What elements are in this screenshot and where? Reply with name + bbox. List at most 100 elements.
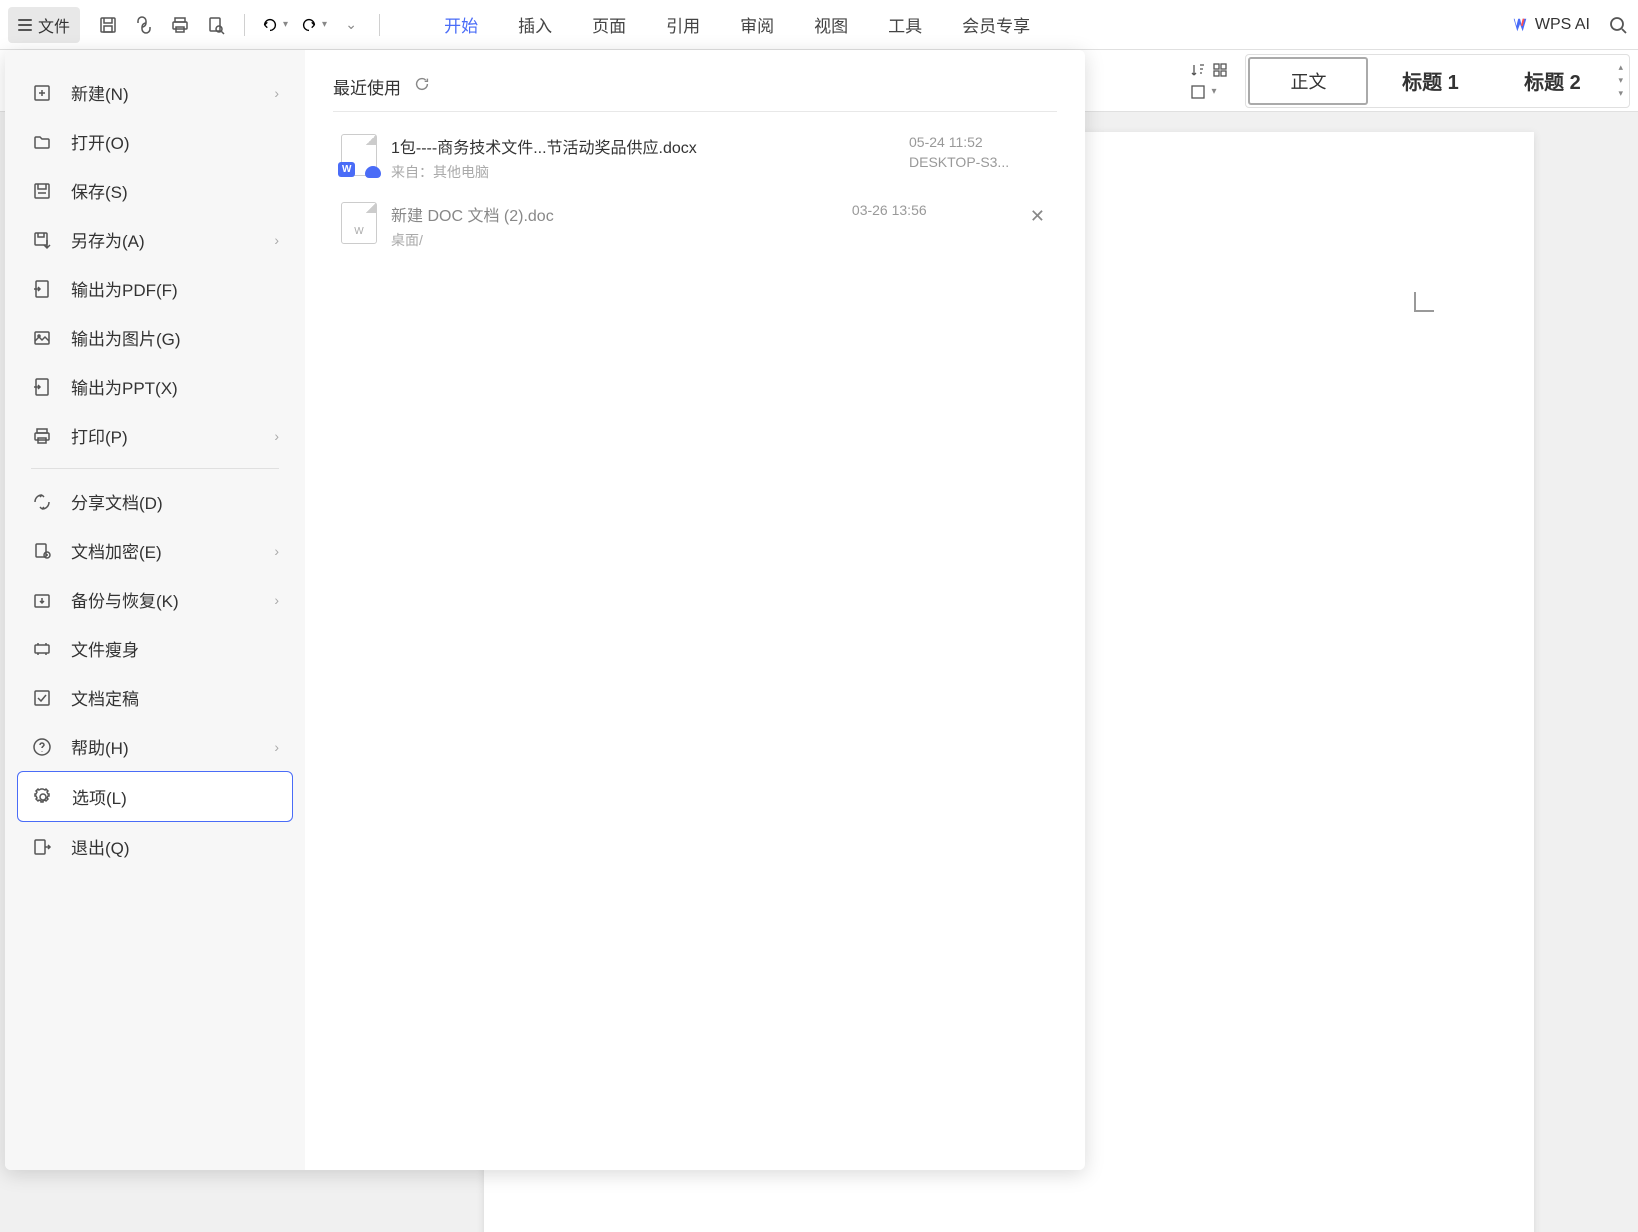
- recent-item-name: 新建 DOC 文档 (2).doc: [391, 202, 838, 226]
- recent-header: 最近使用: [333, 74, 1057, 112]
- menu-item-backup[interactable]: 备份与恢复(K) ›: [17, 575, 293, 624]
- file-menu-sidebar: 新建(N) › 打开(O) 保存(S) 另存为(A) › 输出为PDF(F) 输…: [5, 50, 305, 1170]
- tab-member[interactable]: 会员专享: [942, 0, 1050, 49]
- menu-item-encrypt[interactable]: 文档加密(E) ›: [17, 526, 293, 575]
- cursor-position-mark: [1414, 292, 1434, 312]
- select-all-icon[interactable]: [1211, 61, 1229, 79]
- menu-item-open[interactable]: 打开(O): [17, 117, 293, 166]
- checkmark-icon: [31, 687, 53, 709]
- menu-item-label: 另存为(A): [71, 227, 145, 252]
- sort-icon[interactable]: [1189, 61, 1207, 79]
- menu-item-label: 输出为图片(G): [71, 325, 181, 350]
- border-icon[interactable]: [1189, 83, 1207, 101]
- tab-review[interactable]: 审阅: [720, 0, 794, 49]
- menu-item-print[interactable]: 打印(P) ›: [17, 411, 293, 460]
- menu-item-label: 文档定稿: [71, 685, 139, 710]
- recent-item[interactable]: 1包----商务技术文件...节活动奖品供应.docx 来自：其他电脑 05-2…: [333, 124, 1057, 192]
- menu-item-saveas[interactable]: 另存为(A) ›: [17, 215, 293, 264]
- share-icon: [31, 491, 53, 513]
- chevron-down-icon: ▾: [1618, 88, 1623, 99]
- toolbar-divider: [379, 14, 380, 36]
- style-heading1[interactable]: 标题 1: [1370, 57, 1490, 105]
- file-menu-panel: 新建(N) › 打开(O) 保存(S) 另存为(A) › 输出为PDF(F) 输…: [5, 50, 1085, 1170]
- top-toolbar: 文件 ▾ ▾ ⌄ 开始 插入 页面 引用 审: [0, 0, 1638, 50]
- tab-start[interactable]: 开始: [424, 0, 498, 49]
- menu-item-finalize[interactable]: 文档定稿: [17, 673, 293, 722]
- tab-insert[interactable]: 插入: [498, 0, 572, 49]
- link-icon[interactable]: [132, 13, 156, 37]
- ribbon-misc-icons: ▾: [1189, 61, 1229, 101]
- menu-item-label: 保存(S): [71, 178, 128, 203]
- menu-item-slim[interactable]: 文件瘦身: [17, 624, 293, 673]
- exit-icon: [31, 836, 53, 858]
- ppt-icon: [31, 376, 53, 398]
- recent-item-date: 05-24 11:52: [909, 134, 1049, 150]
- menu-item-exit[interactable]: 退出(Q): [17, 822, 293, 871]
- recent-list: 1包----商务技术文件...节活动奖品供应.docx 来自：其他电脑 05-2…: [333, 112, 1057, 260]
- tab-view[interactable]: 视图: [794, 0, 868, 49]
- wps-ai-label: WPS AI: [1535, 16, 1590, 34]
- document-icon: W: [341, 202, 377, 244]
- new-file-icon: [31, 82, 53, 104]
- chevron-down-icon: ▾: [1618, 75, 1623, 86]
- save-icon: [31, 180, 53, 202]
- file-menu-content: 最近使用 1包----商务技术文件...节活动奖品供应.docx 来自：其他电脑: [305, 50, 1085, 1170]
- recent-header-label: 最近使用: [333, 74, 401, 99]
- menu-item-label: 备份与恢复(K): [71, 587, 179, 612]
- file-label: 文件: [38, 13, 70, 37]
- menu-item-save[interactable]: 保存(S): [17, 166, 293, 215]
- menu-item-help[interactable]: 帮助(H) ›: [17, 722, 293, 771]
- pdf-icon: [31, 278, 53, 300]
- menu-item-label: 打开(O): [71, 129, 130, 154]
- chevron-right-icon: ›: [274, 232, 279, 248]
- ribbon-tabs: 开始 插入 页面 引用 审阅 视图 工具 会员专享: [424, 0, 1050, 49]
- recent-item-device: DESKTOP-S3...: [909, 154, 1049, 170]
- menu-item-image[interactable]: 输出为图片(G): [17, 313, 293, 362]
- tab-page[interactable]: 页面: [572, 0, 646, 49]
- menu-divider: [31, 468, 279, 469]
- print-quick-icon[interactable]: [168, 13, 192, 37]
- chevron-right-icon: ›: [274, 739, 279, 755]
- slim-icon: [31, 638, 53, 660]
- lock-icon: [31, 540, 53, 562]
- close-icon[interactable]: ✕: [1026, 202, 1049, 231]
- wps-ai-icon: [1511, 16, 1529, 34]
- help-icon: [31, 736, 53, 758]
- menu-item-pdf[interactable]: 输出为PDF(F): [17, 264, 293, 313]
- image-icon: [31, 327, 53, 349]
- saveas-icon: [31, 229, 53, 251]
- cloud-badge-icon: [365, 166, 381, 178]
- redo-button[interactable]: ▾: [300, 16, 327, 34]
- style-normal[interactable]: 正文: [1248, 57, 1368, 105]
- styles-expand[interactable]: ▴ ▾ ▾: [1614, 58, 1627, 103]
- recent-item[interactable]: W 新建 DOC 文档 (2).doc 桌面/ 03-26 13:56 ✕: [333, 192, 1057, 260]
- menu-item-label: 分享文档(D): [71, 489, 163, 514]
- menu-item-ppt[interactable]: 输出为PPT(X): [17, 362, 293, 411]
- style-heading2[interactable]: 标题 2: [1492, 57, 1612, 105]
- preview-icon[interactable]: [204, 13, 228, 37]
- expand-toolbar-icon[interactable]: ⌄: [339, 13, 363, 37]
- chevron-right-icon: ›: [274, 428, 279, 444]
- menu-item-label: 文件瘦身: [71, 636, 139, 661]
- chevron-down-icon: ▾: [322, 19, 327, 30]
- refresh-icon[interactable]: [413, 75, 431, 98]
- menu-item-label: 选项(L): [72, 784, 127, 809]
- save-quick-icon[interactable]: [96, 13, 120, 37]
- tab-tools[interactable]: 工具: [868, 0, 942, 49]
- menu-item-new[interactable]: 新建(N) ›: [17, 68, 293, 117]
- styles-gallery: 正文 标题 1 标题 2 ▴ ▾ ▾: [1245, 54, 1630, 108]
- menu-item-label: 输出为PDF(F): [71, 276, 178, 301]
- chevron-down-icon: ▾: [283, 19, 288, 30]
- file-menu-button[interactable]: 文件: [8, 7, 80, 43]
- chevron-down-icon[interactable]: ▾: [1211, 86, 1216, 97]
- wps-ai-button[interactable]: WPS AI: [1511, 16, 1590, 34]
- search-icon[interactable]: [1606, 13, 1630, 37]
- tab-reference[interactable]: 引用: [646, 0, 720, 49]
- menu-item-share[interactable]: 分享文档(D): [17, 477, 293, 526]
- quick-access-toolbar: ▾ ▾ ⌄: [96, 13, 384, 37]
- undo-button[interactable]: ▾: [261, 16, 288, 34]
- recent-item-date: 03-26 13:56: [852, 202, 992, 218]
- menu-item-label: 新建(N): [71, 80, 129, 105]
- menu-item-options[interactable]: 选项(L): [17, 771, 293, 822]
- menu-item-label: 帮助(H): [71, 734, 129, 759]
